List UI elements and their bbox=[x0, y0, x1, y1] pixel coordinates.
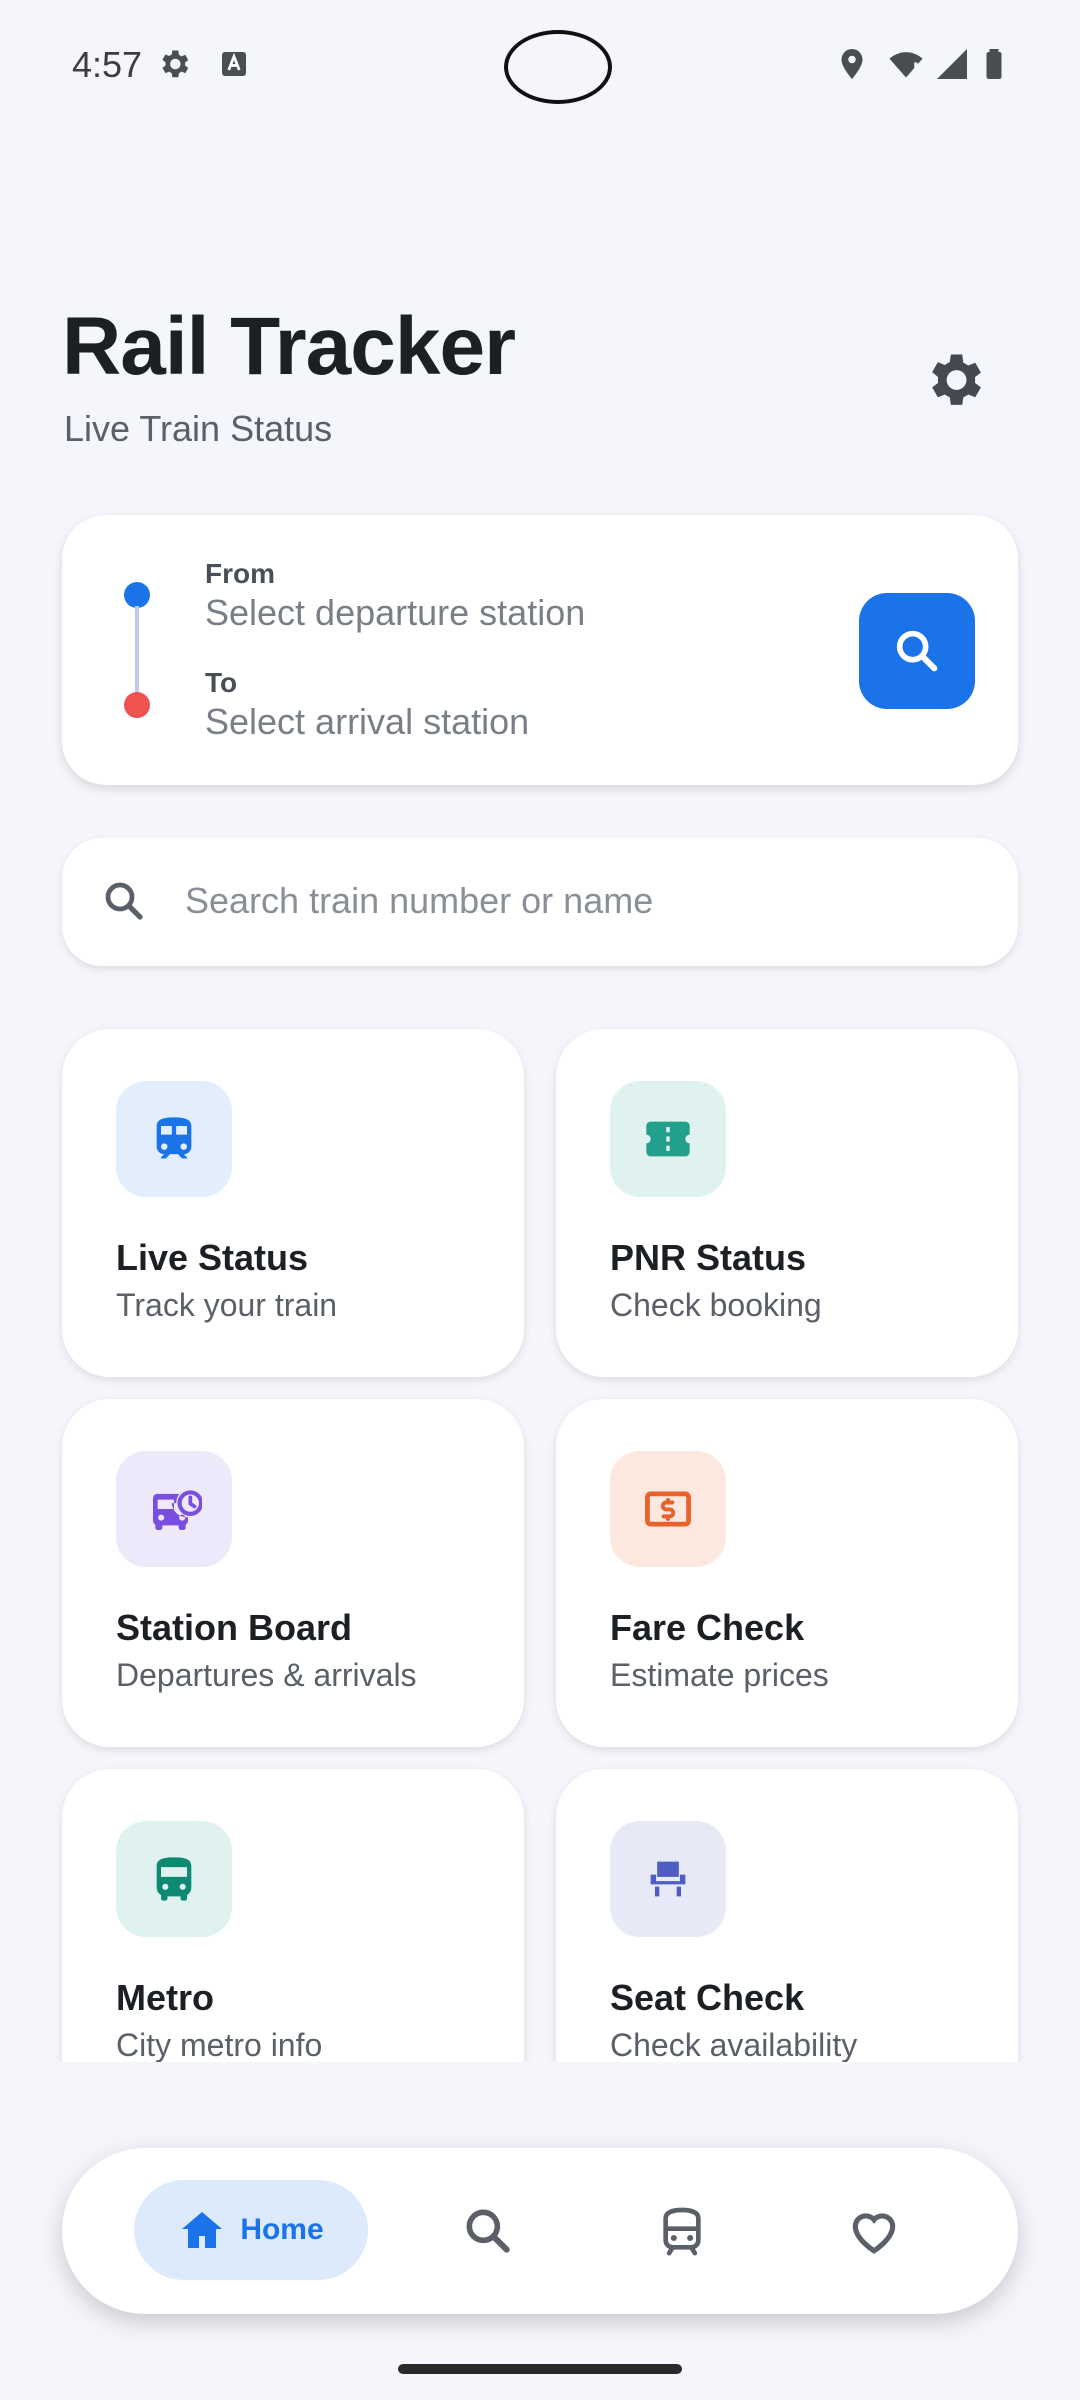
search-icon bbox=[105, 882, 143, 920]
location-icon bbox=[841, 49, 863, 79]
feature-subtitle: Departures & arrivals bbox=[116, 1657, 417, 1693]
to-station-field[interactable]: Select arrival station bbox=[205, 701, 529, 743]
from-station-field[interactable]: Select departure station bbox=[205, 592, 585, 634]
feature-title: Metro bbox=[116, 1977, 214, 2018]
search-input[interactable]: Search train number or name bbox=[185, 880, 653, 922]
settings-gear-icon[interactable] bbox=[920, 346, 988, 414]
departure-board-icon bbox=[153, 1490, 202, 1530]
gesture-home-indicator[interactable] bbox=[398, 2364, 682, 2374]
feature-icon-box bbox=[116, 1081, 232, 1197]
feature-card-station-board[interactable]: Station Board Departures & arrivals bbox=[62, 1399, 524, 1747]
feature-subtitle: Check booking bbox=[610, 1287, 822, 1323]
nav-home-label: Home bbox=[240, 2213, 324, 2246]
camera-cutout bbox=[504, 30, 612, 104]
page-subtitle: Live Train Status bbox=[64, 408, 333, 449]
feature-title: PNR Status bbox=[610, 1237, 807, 1278]
feature-subtitle: Track your train bbox=[116, 1287, 338, 1323]
from-label: From bbox=[205, 558, 275, 589]
route-search-button[interactable] bbox=[859, 593, 975, 709]
nav-tab-home[interactable]: Home bbox=[134, 2180, 368, 2280]
seat-icon bbox=[650, 1861, 686, 1897]
route-line bbox=[135, 606, 139, 694]
status-time: 4:57 bbox=[72, 44, 143, 85]
page-title: Rail Tracker bbox=[62, 301, 516, 392]
to-label: To bbox=[205, 667, 238, 698]
feature-icon-box bbox=[610, 1451, 726, 1567]
from-dot bbox=[124, 582, 150, 608]
nav-tab-favorites-heart-icon[interactable] bbox=[846, 2203, 902, 2259]
feature-title: Live Status bbox=[116, 1237, 309, 1278]
nav-tab-search-icon[interactable] bbox=[460, 2203, 516, 2259]
home-icon bbox=[182, 2212, 223, 2248]
search-icon bbox=[896, 630, 938, 672]
train-icon bbox=[156, 1117, 192, 1159]
battery-icon bbox=[986, 49, 1002, 79]
feature-icon-box bbox=[116, 1821, 232, 1937]
metro-icon bbox=[156, 1857, 192, 1901]
signal-icon bbox=[937, 49, 967, 79]
to-dot bbox=[124, 692, 150, 718]
feature-card-pnr-status[interactable]: PNR Status Check booking bbox=[556, 1029, 1018, 1377]
settings-status-icon bbox=[162, 50, 189, 78]
fare-icon bbox=[645, 1491, 691, 1527]
feature-subtitle: Estimate prices bbox=[610, 1657, 829, 1693]
feature-icon-box bbox=[610, 1081, 726, 1197]
nav-tab-trains-icon[interactable] bbox=[654, 2203, 710, 2259]
feature-icon-box bbox=[610, 1821, 726, 1937]
feature-card-live-status[interactable]: Live Status Track your train bbox=[62, 1029, 524, 1377]
feature-title: Seat Check bbox=[610, 1977, 805, 2018]
feature-title: Fare Check bbox=[610, 1607, 805, 1648]
feature-icon-box bbox=[116, 1451, 232, 1567]
feature-subtitle: City metro info bbox=[116, 2027, 323, 2063]
keyboard-status-icon bbox=[222, 52, 246, 76]
feature-title: Station Board bbox=[116, 1607, 353, 1648]
feature-subtitle: Check availability bbox=[610, 2027, 858, 2063]
wifi-icon bbox=[889, 52, 923, 78]
feature-card-fare-check[interactable]: Fare Check Estimate prices bbox=[556, 1399, 1018, 1747]
ticket-icon bbox=[646, 1121, 690, 1157]
